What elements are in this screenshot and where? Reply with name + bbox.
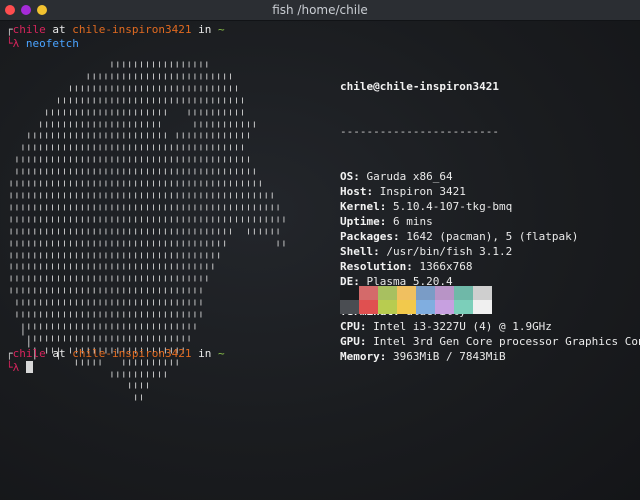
info-key: Packages: — [340, 230, 400, 243]
color-palette — [340, 286, 494, 314]
info-key: Uptime: — [340, 215, 387, 228]
info-key: GPU: — [340, 335, 367, 348]
info-header: chile@chile-inspiron3421 — [340, 80, 499, 93]
color-swatch — [340, 286, 359, 300]
color-swatch — [454, 286, 473, 300]
color-swatch — [359, 300, 378, 314]
prompt-bracket: ┌ — [6, 347, 13, 360]
info-row: Host: Inspiron 3421 — [340, 184, 640, 199]
prompt-at: at — [45, 23, 73, 36]
info-row: Shell: /usr/bin/fish 3.1.2 — [340, 244, 640, 259]
color-swatch — [416, 286, 435, 300]
prompt-at: at — [45, 347, 73, 360]
prompt-in: in — [191, 23, 218, 36]
color-swatch — [359, 286, 378, 300]
info-value: 1366x768 — [412, 260, 473, 273]
color-swatch — [378, 300, 397, 314]
info-value: 1642 (pacman), 5 (flatpak) — [399, 230, 579, 243]
info-key: Memory: — [340, 350, 387, 363]
window-title: fish /home/chile — [272, 3, 368, 17]
prompt-line: ┌chile at chile-inspiron3421 in ~ — [6, 23, 225, 37]
terminal-window: fish /home/chile ┌chile at chile-inspiro… — [0, 0, 640, 500]
info-value: 5.10.4-107-tkg-bmq — [386, 200, 513, 213]
prompt-dir: ~ — [217, 23, 225, 36]
input-line[interactable]: └λ — [6, 361, 33, 375]
terminal-area[interactable]: ┌chile at chile-inspiron3421 in ~ └λ neo… — [0, 21, 640, 500]
prompt-user: chile — [12, 347, 46, 360]
prompt-in: in — [191, 347, 218, 360]
prompt-lambda: └λ — [6, 361, 26, 374]
prompt-bracket: ┌ — [6, 23, 13, 36]
color-swatch — [397, 286, 416, 300]
color-swatch — [416, 300, 435, 314]
prompt-host: chile-inspiron3421 — [72, 23, 192, 36]
prompt-host: chile-inspiron3421 — [72, 347, 192, 360]
info-separator: ------------------------ — [340, 125, 499, 138]
info-value: Garuda x86_64 — [359, 170, 453, 183]
color-swatch — [473, 286, 492, 300]
title-bar: fish /home/chile — [0, 0, 640, 21]
info-key: Shell: — [340, 245, 380, 258]
color-swatch — [378, 286, 397, 300]
info-row: Uptime: 6 mins — [340, 214, 640, 229]
neofetch-info: chile@chile-inspiron3421 ---------------… — [340, 49, 640, 394]
text-cursor — [25, 361, 33, 373]
color-swatch — [473, 300, 492, 314]
info-key: OS: — [340, 170, 360, 183]
info-key: Kernel: — [340, 200, 387, 213]
info-key: Host: — [340, 185, 374, 198]
prompt-line: ┌chile at chile-inspiron3421 in ~ — [6, 347, 225, 361]
prompt-lambda: └λ — [6, 37, 26, 50]
info-key: CPU: — [340, 320, 367, 333]
command-line: └λ neofetch — [6, 37, 79, 51]
color-swatch — [397, 300, 416, 314]
info-value: Inspiron 3421 — [373, 185, 466, 198]
info-row: Resolution: 1366x768 — [340, 259, 640, 274]
color-swatch — [435, 300, 454, 314]
command-text: neofetch — [25, 37, 79, 50]
info-row: GPU: Intel 3rd Gen Core processor Graphi… — [340, 334, 640, 349]
info-row: CPU: Intel i3-3227U (4) @ 1.9GHz — [340, 319, 640, 334]
info-row: Kernel: 5.10.4-107-tkg-bmq — [340, 199, 640, 214]
info-value: 6 mins — [386, 215, 433, 228]
color-swatch — [454, 300, 473, 314]
info-value: Intel i3-3227U (4) @ 1.9GHz — [366, 320, 552, 333]
prompt-user: chile — [12, 23, 46, 36]
info-value: Intel 3rd Gen Core processor Graphics Co… — [366, 335, 640, 348]
prompt-dir: ~ — [217, 347, 225, 360]
info-row: OS: Garuda x86_64 — [340, 169, 640, 184]
color-swatch — [340, 300, 359, 314]
info-key: Resolution: — [340, 260, 413, 273]
info-row: Packages: 1642 (pacman), 5 (flatpak) — [340, 229, 640, 244]
info-value: 3963MiB / 7843MiB — [386, 350, 506, 363]
info-row: Memory: 3963MiB / 7843MiB — [340, 349, 640, 364]
color-swatch — [435, 286, 454, 300]
info-value: /usr/bin/fish 3.1.2 — [379, 245, 513, 258]
